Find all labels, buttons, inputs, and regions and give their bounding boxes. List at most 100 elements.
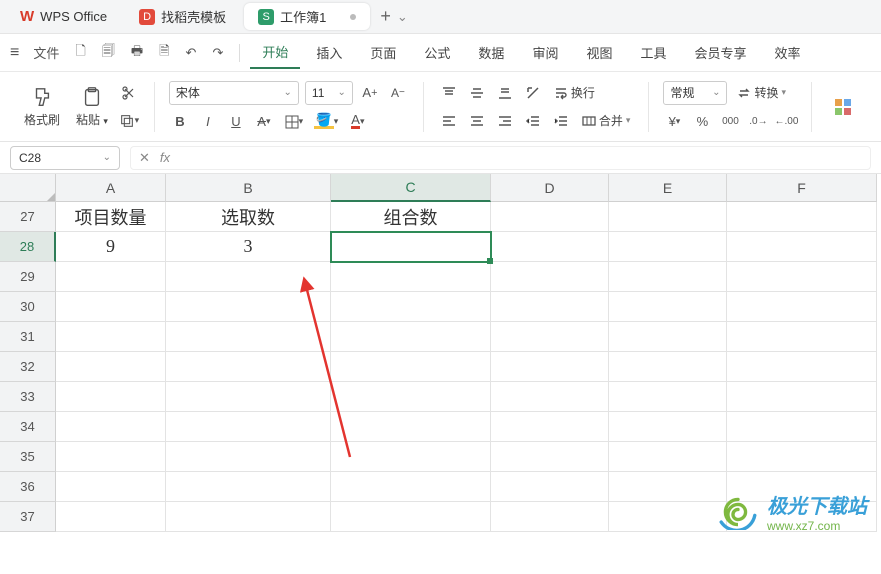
cell-C28[interactable] xyxy=(331,232,491,262)
cell-F34[interactable] xyxy=(727,412,877,442)
cell-D32[interactable] xyxy=(491,352,609,382)
align-middle-icon[interactable] xyxy=(466,82,488,104)
align-bottom-icon[interactable] xyxy=(494,82,516,104)
percent-button[interactable]: % xyxy=(691,111,713,133)
menu-data[interactable]: 数据 xyxy=(466,37,516,68)
paste-button[interactable]: 粘贴 ▾ xyxy=(70,84,114,130)
cell-C27[interactable]: 组合数 xyxy=(331,202,491,232)
select-all-corner[interactable] xyxy=(0,174,56,202)
save-icon[interactable]: 🗋 xyxy=(69,38,91,68)
convert-button[interactable]: 转换▾ xyxy=(733,82,790,103)
decrease-font-icon[interactable]: A− xyxy=(387,82,409,104)
styles-button[interactable] xyxy=(826,94,860,120)
wrap-text-button[interactable]: 换行 xyxy=(550,82,599,103)
cell-E33[interactable] xyxy=(609,382,727,412)
cell-D30[interactable] xyxy=(491,292,609,322)
cut-icon[interactable] xyxy=(118,82,140,104)
cell-F32[interactable] xyxy=(727,352,877,382)
column-header-D[interactable]: D xyxy=(491,174,609,202)
name-box[interactable]: C28 ⌄ xyxy=(10,146,120,170)
cell-C37[interactable] xyxy=(331,502,491,532)
cell-E35[interactable] xyxy=(609,442,727,472)
cell-F27[interactable] xyxy=(727,202,877,232)
cell-C30[interactable] xyxy=(331,292,491,322)
column-header-A[interactable]: A xyxy=(56,174,166,202)
cell-C29[interactable] xyxy=(331,262,491,292)
cell-C31[interactable] xyxy=(331,322,491,352)
cell-A36[interactable] xyxy=(56,472,166,502)
cell-A37[interactable] xyxy=(56,502,166,532)
row-header-31[interactable]: 31 xyxy=(0,322,56,352)
cell-E37[interactable] xyxy=(609,502,727,532)
menu-tools[interactable]: 工具 xyxy=(628,37,678,68)
cell-B34[interactable] xyxy=(166,412,331,442)
cell-D34[interactable] xyxy=(491,412,609,442)
cell-A35[interactable] xyxy=(56,442,166,472)
orientation-icon[interactable] xyxy=(522,82,544,104)
underline-button[interactable]: U xyxy=(225,111,247,133)
row-header-29[interactable]: 29 xyxy=(0,262,56,292)
cell-E30[interactable] xyxy=(609,292,727,322)
cell-C36[interactable] xyxy=(331,472,491,502)
align-top-icon[interactable] xyxy=(438,82,460,104)
menu-member[interactable]: 会员专享 xyxy=(682,37,758,68)
cell-F30[interactable] xyxy=(727,292,877,322)
cell-B29[interactable] xyxy=(166,262,331,292)
cell-B32[interactable] xyxy=(166,352,331,382)
font-family-select[interactable]: 宋体⌄ xyxy=(169,81,299,105)
menu-formula[interactable]: 公式 xyxy=(412,37,462,68)
menu-view[interactable]: 视图 xyxy=(574,37,624,68)
row-header-37[interactable]: 37 xyxy=(0,502,56,532)
column-header-B[interactable]: B xyxy=(166,174,331,202)
cell-E32[interactable] xyxy=(609,352,727,382)
align-right-icon[interactable] xyxy=(494,110,516,132)
cell-D35[interactable] xyxy=(491,442,609,472)
menu-review[interactable]: 审阅 xyxy=(520,37,570,68)
cell-B27[interactable]: 选取数 xyxy=(166,202,331,232)
cell-E34[interactable] xyxy=(609,412,727,442)
cell-C32[interactable] xyxy=(331,352,491,382)
tab-menu-chevron-icon[interactable]: ⌄ xyxy=(397,9,408,25)
cell-B33[interactable] xyxy=(166,382,331,412)
cell-E31[interactable] xyxy=(609,322,727,352)
decrease-decimal-button[interactable]: .0→ xyxy=(747,111,769,133)
cell-F31[interactable] xyxy=(727,322,877,352)
font-size-select[interactable]: 11⌄ xyxy=(305,81,353,105)
cell-D33[interactable] xyxy=(491,382,609,412)
increase-font-icon[interactable]: A+ xyxy=(359,82,381,104)
cell-B28[interactable]: 3 xyxy=(166,232,331,262)
cell-D31[interactable] xyxy=(491,322,609,352)
cell-D27[interactable] xyxy=(491,202,609,232)
fill-color-button[interactable]: 🪣▾ xyxy=(313,111,339,133)
cell-D36[interactable] xyxy=(491,472,609,502)
hamburger-icon[interactable]: ≡ xyxy=(10,44,19,62)
preview-icon[interactable]: 🗎 xyxy=(153,38,175,68)
cell-A30[interactable] xyxy=(56,292,166,322)
menu-efficiency[interactable]: 效率 xyxy=(763,37,813,68)
format-painter-button[interactable]: 格式刷 xyxy=(18,84,66,130)
cell-C35[interactable] xyxy=(331,442,491,472)
menu-home[interactable]: 开始 xyxy=(250,36,300,69)
cell-B37[interactable] xyxy=(166,502,331,532)
cell-C33[interactable] xyxy=(331,382,491,412)
row-header-35[interactable]: 35 xyxy=(0,442,56,472)
row-header-27[interactable]: 27 xyxy=(0,202,56,232)
fx-icon[interactable]: fx xyxy=(160,150,170,165)
cell-E27[interactable] xyxy=(609,202,727,232)
align-center-icon[interactable] xyxy=(466,110,488,132)
cell-E28[interactable] xyxy=(609,232,727,262)
copy-icon[interactable]: ▾ xyxy=(118,110,140,132)
row-header-28[interactable]: 28 xyxy=(0,232,56,262)
add-tab-button[interactable]: + xyxy=(380,6,391,27)
cell-A28[interactable]: 9 xyxy=(56,232,166,262)
cell-A29[interactable] xyxy=(56,262,166,292)
cell-E29[interactable] xyxy=(609,262,727,292)
cell-F33[interactable] xyxy=(727,382,877,412)
menu-insert[interactable]: 插入 xyxy=(304,37,354,68)
cell-F29[interactable] xyxy=(727,262,877,292)
row-header-30[interactable]: 30 xyxy=(0,292,56,322)
strike-button[interactable]: A▾ xyxy=(253,111,275,133)
cell-A27[interactable]: 项目数量 xyxy=(56,202,166,232)
file-menu[interactable]: 文件 xyxy=(27,39,65,66)
cancel-formula-icon[interactable]: ✕ xyxy=(139,150,150,166)
